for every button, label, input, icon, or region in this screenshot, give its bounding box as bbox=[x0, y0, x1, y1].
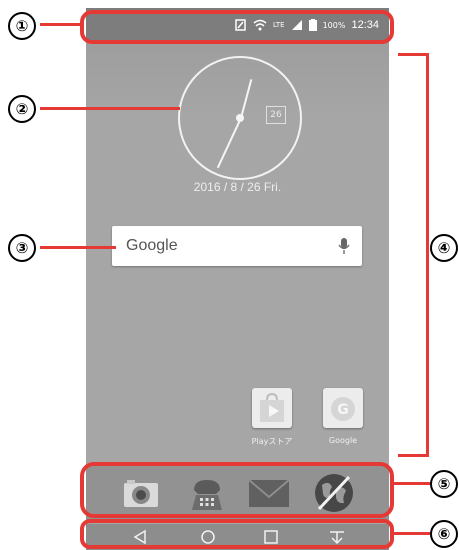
clock-date-text: 2016 / 8 / 26 Fri. bbox=[193, 180, 282, 194]
callout-bracket-4-side bbox=[426, 53, 429, 457]
callout-marker-1: ① bbox=[8, 12, 36, 40]
callout-bracket-4-bottom bbox=[398, 454, 428, 457]
callout-marker-4: ④ bbox=[430, 234, 458, 262]
minute-hand bbox=[216, 117, 242, 169]
callout-line-2 bbox=[40, 107, 180, 110]
svg-text:G: G bbox=[337, 402, 349, 418]
navigation-bar-highlight bbox=[80, 519, 394, 549]
callout-line-3 bbox=[40, 246, 116, 249]
callout-marker-6: ⑥ bbox=[430, 520, 458, 548]
google-search-bar[interactable]: Google bbox=[112, 226, 362, 266]
clock-date-badge: 26 bbox=[266, 106, 286, 124]
play-store-icon bbox=[252, 388, 292, 428]
app-label: Playストア bbox=[251, 437, 293, 446]
app-label: Google bbox=[328, 436, 358, 445]
callout-bracket-4-top bbox=[398, 53, 428, 56]
callout-marker-5: ⑤ bbox=[430, 470, 458, 498]
status-bar-highlight bbox=[80, 10, 394, 44]
callout-line-5 bbox=[392, 482, 434, 485]
callout-marker-3: ③ bbox=[8, 234, 36, 262]
google-icon: G bbox=[323, 388, 363, 428]
clock-center bbox=[236, 114, 244, 122]
callout-marker-2: ② bbox=[8, 95, 36, 123]
dock-highlight bbox=[80, 462, 394, 518]
search-logo-text: Google bbox=[126, 237, 178, 254]
clock-widget[interactable]: 26 bbox=[178, 56, 302, 180]
app-google[interactable]: G Google bbox=[313, 388, 373, 445]
mic-icon[interactable] bbox=[338, 237, 350, 255]
app-play-store[interactable]: Playストア bbox=[242, 388, 302, 447]
callout-line-6 bbox=[392, 532, 434, 535]
callout-line-1 bbox=[40, 23, 82, 26]
hour-hand bbox=[240, 79, 253, 119]
